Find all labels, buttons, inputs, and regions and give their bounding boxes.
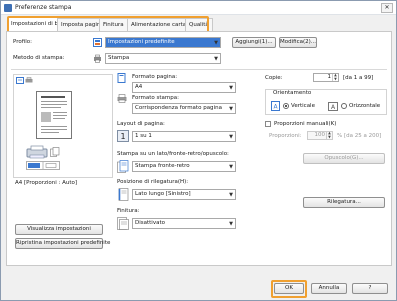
profile-value: Impostazioni predefinite	[108, 39, 175, 45]
orientation-label: Orientamento	[272, 90, 313, 96]
printer-small-icon[interactable]	[25, 77, 33, 84]
portrait-icon: A	[271, 101, 280, 111]
stepper-arrows-icon[interactable]: ▲ ▼	[326, 131, 332, 139]
close-icon[interactable]: ✕	[381, 3, 393, 13]
tab-quality[interactable]: Qualità	[185, 18, 213, 31]
page-layout-dropdown[interactable]: 1 su 1 ▼	[132, 131, 236, 142]
chevron-down-icon: ▼	[229, 221, 233, 227]
manual-scaling-checkbox[interactable]	[265, 121, 271, 127]
duplex-icon	[117, 160, 129, 173]
edit-profile-button[interactable]: Modifica(2)...	[279, 37, 317, 48]
booklet-button[interactable]: Opuscolo(G)...	[303, 153, 385, 164]
landscape-label: Orizzontale	[349, 103, 381, 109]
print-preferences-window: Preferenze stampa ✕ Impostazioni di base…	[0, 0, 397, 301]
portrait-radio[interactable]	[283, 103, 289, 109]
binding-label: Posizione di rilegatura(H):	[117, 179, 189, 185]
finishing-icon	[117, 217, 129, 230]
tab-paper-source[interactable]: Alimentazione carta	[127, 18, 191, 31]
ok-button[interactable]: OK	[274, 283, 304, 294]
binding-value: Lato lungo [Sinistro]	[135, 191, 191, 197]
duplex-preview-icon	[50, 147, 60, 157]
output-size-dropdown[interactable]: Corrispondenza formato pagina ▼	[132, 103, 236, 114]
preview-toggle-icon[interactable]	[16, 77, 24, 84]
manual-scaling-label: Proporzioni manuali(K)	[274, 121, 337, 127]
portrait-label: Verticale	[291, 103, 315, 109]
printer-device-icon	[26, 145, 48, 159]
preview-caption: A4 [Proporzioni : Auto]	[15, 180, 78, 186]
printer-icon	[4, 4, 12, 12]
settings-panel: Profilo: Impostazioni predefinite ▼ Aggi…	[6, 31, 392, 266]
landscape-icon: A	[328, 102, 338, 111]
copies-value: 1	[327, 74, 332, 80]
page-preview-icon	[36, 91, 72, 139]
output-method-label: Metodo di stampa:	[13, 55, 65, 61]
gutter-button[interactable]: Rilegatura...	[303, 197, 385, 208]
chevron-down-icon: ▼	[214, 56, 218, 62]
add-profile-button[interactable]: Aggiungi(1)...	[232, 37, 276, 48]
preview-pane	[13, 74, 113, 178]
finishing-label: Finitura:	[117, 208, 140, 214]
orientation-group: Orientamento A Verticale A Orizzontale	[265, 89, 387, 115]
page-layout-value: 1 su 1	[135, 133, 152, 139]
chevron-down-icon: ▼	[214, 40, 218, 46]
copies-label: Copie:	[265, 75, 283, 81]
page-size-dropdown[interactable]: A4 ▼	[132, 82, 236, 93]
svg-text:1: 1	[120, 132, 125, 141]
copies-range: [da 1 a 99]	[343, 75, 374, 81]
finishing-dropdown[interactable]: Disattivato ▼	[132, 218, 236, 229]
binding-icon	[117, 188, 129, 201]
tab-finishing[interactable]: Finitura	[99, 18, 128, 31]
duplex-label: Stampa su un lato/fronte-retro/opuscolo:	[117, 151, 229, 157]
output-method-dropdown[interactable]: Stampa ▼	[105, 53, 221, 64]
title-bar: Preferenze stampa ✕	[1, 1, 396, 15]
page-size-label: Formato pagina:	[132, 74, 178, 80]
finishing-value: Disattivato	[135, 220, 165, 226]
scaling-stepper[interactable]: 100 ▲ ▼	[307, 131, 333, 140]
chevron-down-icon: ▼	[229, 164, 233, 170]
cancel-button[interactable]: Annulla	[311, 283, 347, 294]
help-button[interactable]: ?	[352, 283, 388, 294]
scaling-range: % [da 25 a 200]	[337, 133, 382, 139]
profile-label: Profilo:	[13, 39, 32, 45]
duplex-dropdown[interactable]: Stampa fronte-retro ▼	[132, 161, 236, 172]
orientation-preview-icon[interactable]	[26, 161, 60, 170]
duplex-value: Stampa fronte-retro	[135, 163, 190, 169]
page-layout-icon: 1	[117, 130, 129, 142]
scaling-value: 100	[314, 132, 326, 138]
profile-icon	[93, 38, 102, 47]
printer-output-icon	[93, 54, 102, 63]
page-size-value: A4	[135, 84, 143, 90]
binding-dropdown[interactable]: Lato lungo [Sinistro] ▼	[132, 189, 236, 200]
chevron-down-icon: ▼	[229, 134, 233, 140]
chevron-down-icon: ▼	[229, 192, 233, 198]
restore-defaults-button[interactable]: Ripristina impostazioni predefinite	[15, 238, 110, 249]
chevron-down-icon: ▼	[229, 106, 233, 112]
landscape-radio[interactable]	[341, 103, 347, 109]
page-size-icon	[117, 73, 126, 83]
stepper-arrows-icon[interactable]: ▲ ▼	[332, 73, 338, 81]
scaling-label: Proporzioni:	[269, 133, 302, 139]
profile-dropdown[interactable]: Impostazioni predefinite ▼	[105, 37, 221, 48]
output-size-icon	[117, 94, 127, 103]
page-layout-label: Layout di pagina:	[117, 121, 165, 127]
copies-stepper[interactable]: 1 ▲ ▼	[313, 73, 339, 82]
divider	[11, 69, 387, 70]
chevron-down-icon: ▼	[229, 85, 233, 91]
tab-strip: Impostazioni di base Imposta pagina Fini…	[7, 17, 215, 32]
window-title: Preferenze stampa	[15, 4, 72, 11]
view-settings-button[interactable]: Visualizza impostazioni	[15, 224, 103, 235]
output-size-label: Formato stampa:	[132, 95, 179, 101]
output-size-value: Corrispondenza formato pagina	[135, 105, 222, 111]
output-method-value: Stampa	[108, 55, 130, 61]
